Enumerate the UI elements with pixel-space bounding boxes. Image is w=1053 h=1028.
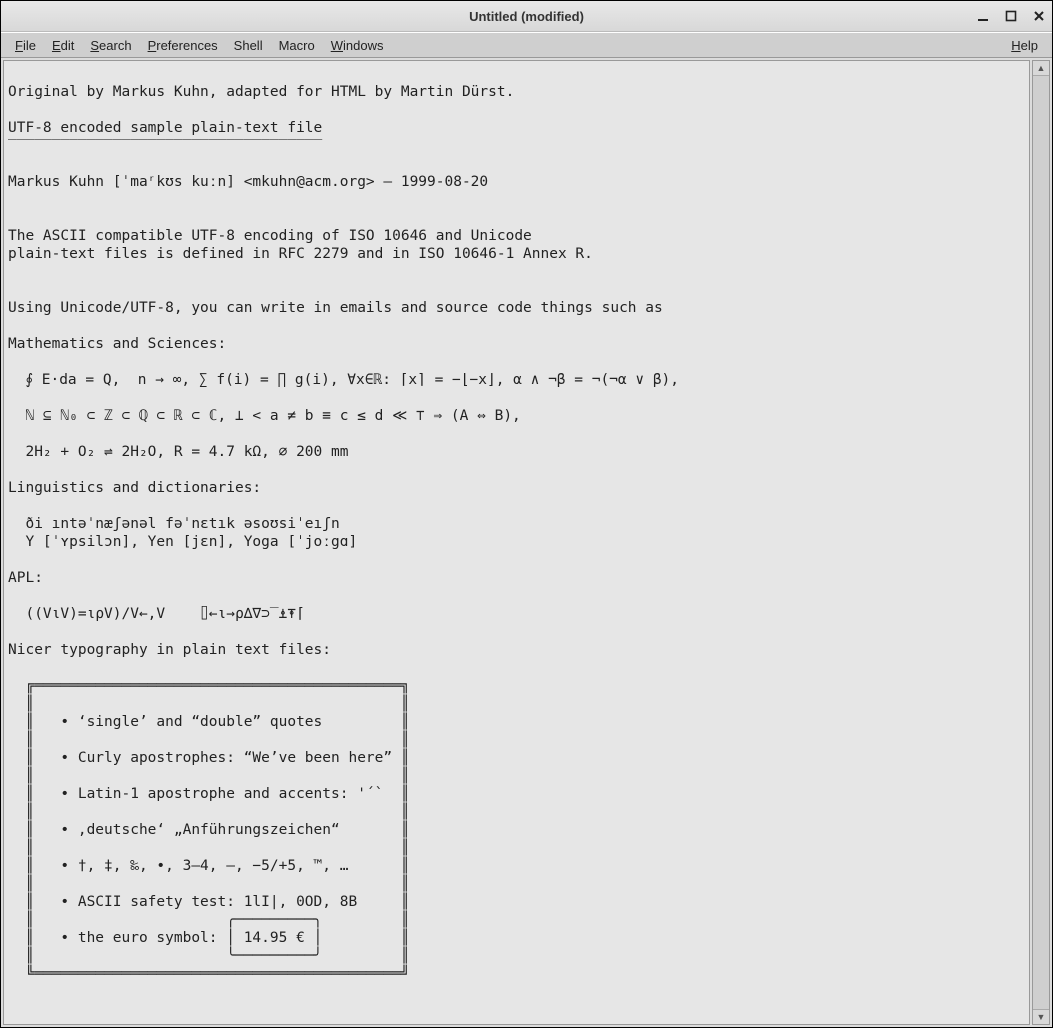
menu-help[interactable]: Help xyxy=(1003,36,1046,55)
window-title: Untitled (modified) xyxy=(469,9,584,24)
maximize-button[interactable] xyxy=(1004,9,1018,23)
window-controls xyxy=(976,1,1046,31)
menu-file[interactable]: File xyxy=(7,36,44,55)
vertical-scrollbar[interactable]: ▲ ▼ xyxy=(1032,60,1050,1025)
menu-shell[interactable]: Shell xyxy=(226,36,271,55)
scroll-up-icon[interactable]: ▲ xyxy=(1033,61,1049,76)
menu-windows[interactable]: Windows xyxy=(323,36,392,55)
titlebar: Untitled (modified) xyxy=(1,1,1052,32)
editor-window: Untitled (modified) File Edit Search Pre… xyxy=(0,0,1053,1028)
menu-preferences[interactable]: Preferences xyxy=(140,36,226,55)
scroll-down-icon[interactable]: ▼ xyxy=(1033,1009,1049,1024)
menu-edit[interactable]: Edit xyxy=(44,36,82,55)
minimize-button[interactable] xyxy=(976,9,990,23)
menubar: File Edit Search Preferences Shell Macro… xyxy=(1,32,1052,58)
menu-search[interactable]: Search xyxy=(82,36,139,55)
text-editor[interactable]: Original by Markus Kuhn, adapted for HTM… xyxy=(3,60,1030,1025)
content-area: Original by Markus Kuhn, adapted for HTM… xyxy=(1,58,1052,1027)
close-button[interactable] xyxy=(1032,9,1046,23)
menu-macro[interactable]: Macro xyxy=(271,36,323,55)
